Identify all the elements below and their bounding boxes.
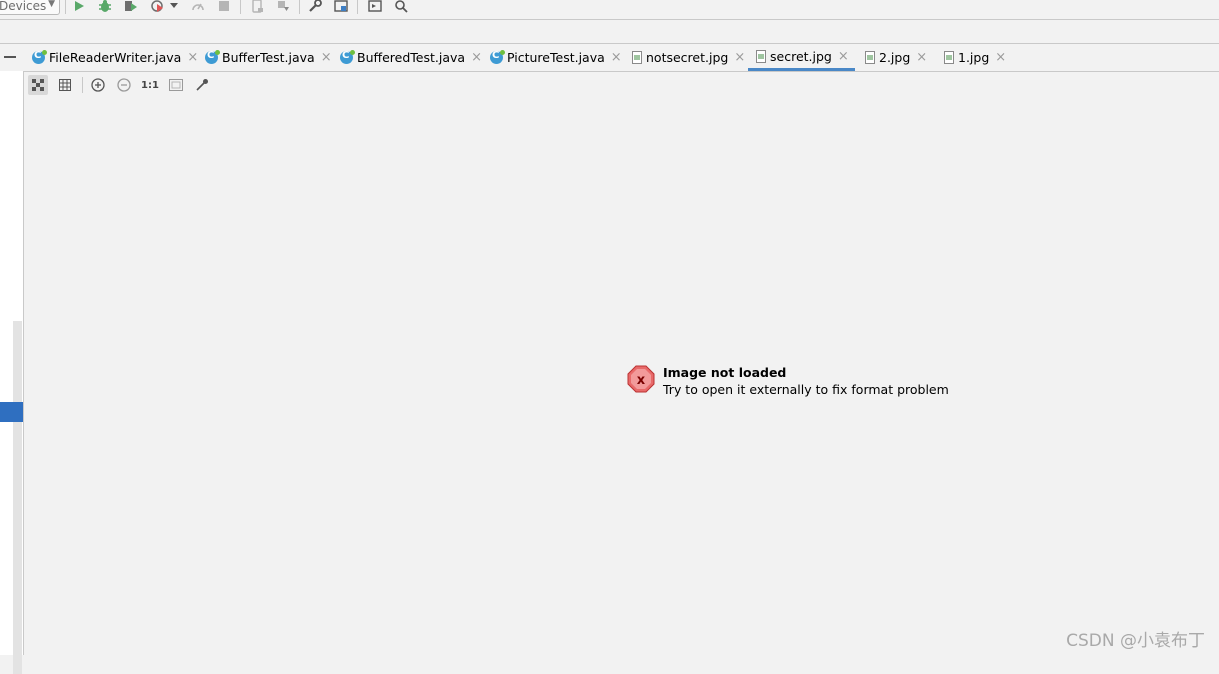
tab-label: BufferTest.java <box>222 50 315 65</box>
device-manager-icon[interactable] <box>248 0 266 15</box>
stop-icon[interactable] <box>215 0 233 15</box>
sync-icon[interactable] <box>274 0 292 15</box>
tab-filereaderwriter[interactable]: FileReaderWriter.java × <box>32 44 198 71</box>
tab-secret[interactable]: secret.jpg × <box>748 44 855 71</box>
close-icon[interactable]: × <box>734 50 745 65</box>
close-icon[interactable]: × <box>995 50 1006 65</box>
java-class-icon <box>490 50 505 64</box>
image-file-icon <box>632 51 642 64</box>
close-icon[interactable]: × <box>187 50 198 65</box>
image-viewer-toolbar: 1:1 <box>24 72 1219 98</box>
tab-label: PictureTest.java <box>507 50 605 65</box>
minimize-icon[interactable] <box>4 56 16 58</box>
close-icon[interactable]: × <box>611 50 622 65</box>
toolbar-separator <box>299 0 300 14</box>
selected-item-marker[interactable] <box>0 402 23 422</box>
fit-window-icon[interactable] <box>166 75 186 95</box>
actual-size-label: 1:1 <box>141 79 159 91</box>
image-file-icon <box>944 51 954 64</box>
tab-notsecret[interactable]: notsecret.jpg × <box>632 44 745 71</box>
close-icon[interactable]: × <box>321 50 332 65</box>
actual-size-icon[interactable]: 1:1 <box>140 75 160 95</box>
java-class-icon <box>32 50 47 64</box>
java-class-icon <box>205 50 220 64</box>
toolbar-separator <box>357 0 358 14</box>
chevron-down-icon: ▼ <box>48 0 55 9</box>
close-icon[interactable]: × <box>916 50 927 65</box>
tab-label: notsecret.jpg <box>646 50 729 65</box>
tab-label: 1.jpg <box>958 50 990 65</box>
image-file-icon <box>865 51 875 64</box>
zoom-out-icon[interactable] <box>114 75 134 95</box>
project-structure-icon[interactable] <box>332 0 350 15</box>
error-subtitle: Try to open it externally to fix format … <box>663 382 949 397</box>
tab-label: BufferedTest.java <box>357 50 466 65</box>
wrench-icon[interactable] <box>306 0 324 15</box>
tab-label: secret.jpg <box>770 48 832 64</box>
coverage-icon[interactable] <box>122 0 140 15</box>
toolbar-separator <box>240 0 241 14</box>
grid-icon[interactable] <box>55 75 75 95</box>
watermark: CSDN @小袁布丁 <box>1066 631 1205 651</box>
profile-icon[interactable] <box>149 0 167 15</box>
tab-2jpg[interactable]: 2.jpg × <box>865 44 927 71</box>
device-selector[interactable]: Devices ▼ <box>0 0 60 15</box>
device-selector-label: Devices <box>0 0 47 13</box>
tab-picturetest[interactable]: PictureTest.java × <box>490 44 622 71</box>
chessboard-icon[interactable] <box>28 75 48 95</box>
terminal-icon[interactable] <box>366 0 384 15</box>
tab-label: FileReaderWriter.java <box>49 50 182 65</box>
editor-tab-bar: FileReaderWriter.java × BufferTest.java … <box>0 44 1219 72</box>
tab-label: 2.jpg <box>879 50 911 65</box>
debug-icon[interactable] <box>96 0 114 15</box>
image-file-icon <box>756 49 766 63</box>
search-icon[interactable] <box>392 0 410 15</box>
java-class-icon <box>340 50 355 64</box>
zoom-in-icon[interactable] <box>88 75 108 95</box>
speed-icon[interactable] <box>189 0 207 15</box>
scrollbar[interactable] <box>13 321 22 674</box>
image-error-message: x Image not loaded Try to open it extern… <box>627 363 967 403</box>
dropdown-arrow-icon[interactable] <box>168 0 180 15</box>
run-icon[interactable] <box>70 0 88 15</box>
close-icon[interactable]: × <box>471 50 482 65</box>
toolbar-separator <box>65 0 66 14</box>
error-title: Image not loaded <box>663 365 787 380</box>
close-icon[interactable]: × <box>838 49 849 64</box>
error-icon-glyph: x <box>637 373 646 388</box>
tab-bufferedtest[interactable]: BufferedTest.java × <box>340 44 482 71</box>
error-icon: x <box>627 365 655 393</box>
project-panel <box>0 71 24 674</box>
tab-1jpg[interactable]: 1.jpg × <box>944 44 1006 71</box>
navigation-bar <box>0 20 1219 44</box>
color-picker-icon[interactable] <box>192 75 212 95</box>
main-toolbar: Devices ▼ <box>0 0 1219 20</box>
toolbar-separator <box>82 77 83 93</box>
tab-buffertest[interactable]: BufferTest.java × <box>205 44 332 71</box>
